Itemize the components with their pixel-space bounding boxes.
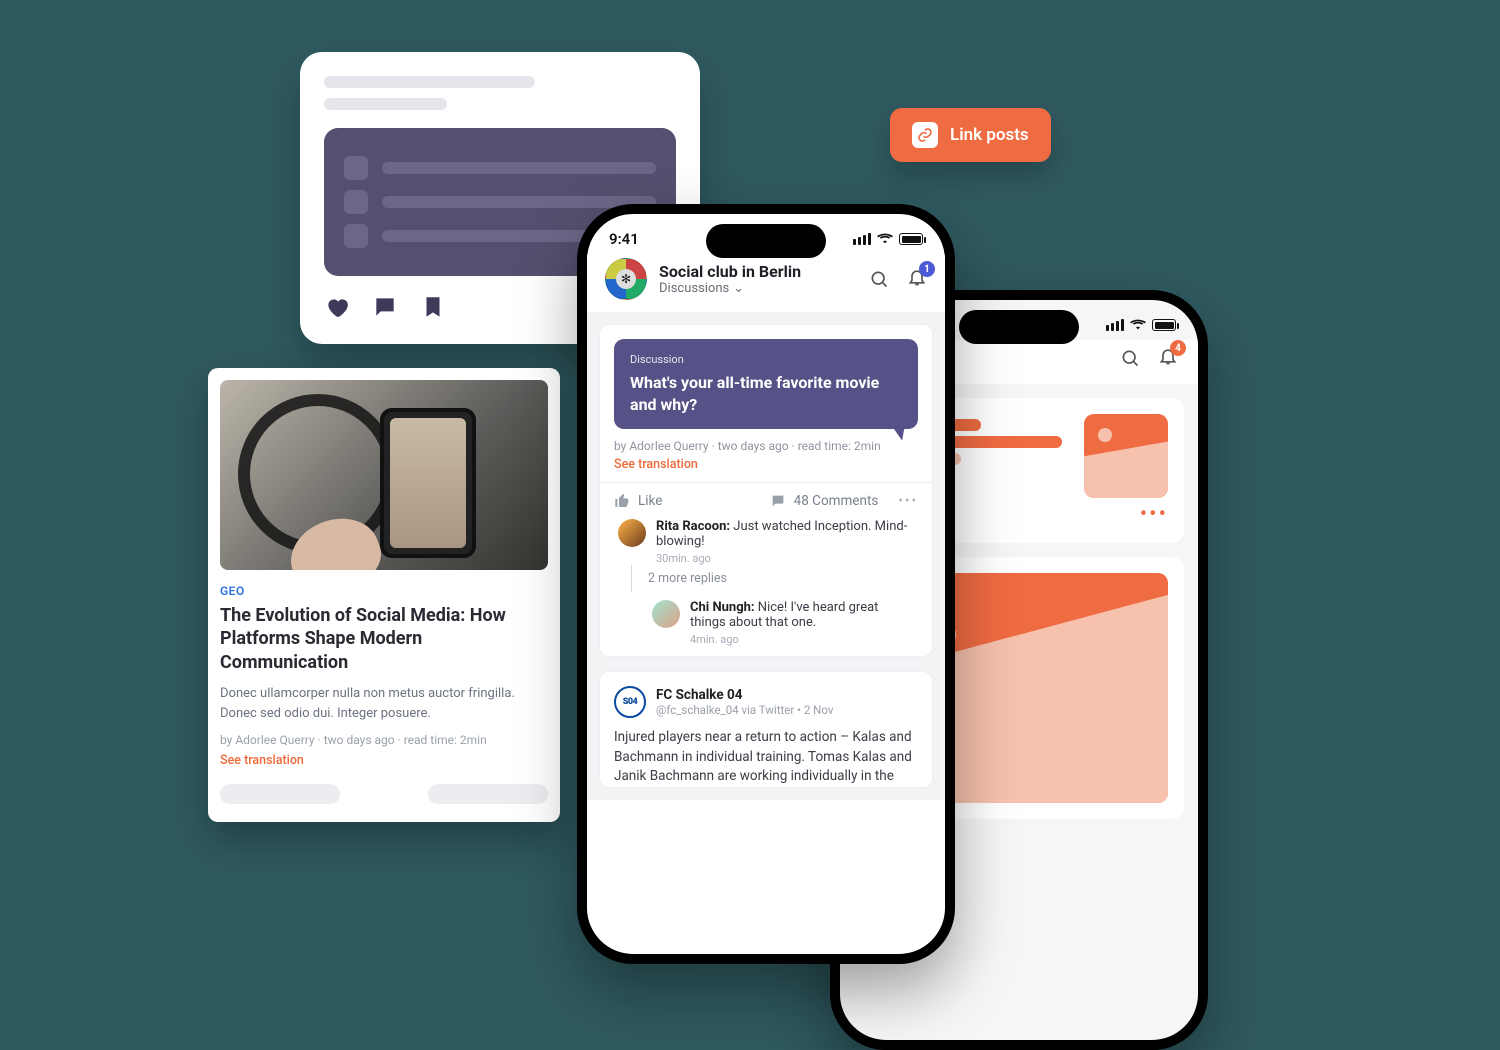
article-image <box>220 380 548 570</box>
see-translation-link[interactable]: See translation <box>220 753 548 768</box>
like-icon <box>614 493 630 509</box>
feed-tab-dropdown[interactable]: Discussions ⌄ <box>659 281 857 296</box>
wifi-icon <box>1130 316 1146 334</box>
signal-icon <box>853 233 871 245</box>
more-icon[interactable]: ••• <box>898 493 918 509</box>
skeleton-pill <box>220 784 340 804</box>
avatar <box>652 600 680 628</box>
status-time: 9:41 <box>609 230 639 248</box>
avatar <box>618 519 646 547</box>
skeleton-line <box>324 76 535 88</box>
like-button[interactable]: Like <box>638 493 662 509</box>
search-icon[interactable] <box>869 269 889 289</box>
comment-author: Chi Nungh: <box>690 600 755 615</box>
club-avatar[interactable] <box>605 258 647 300</box>
link-icon <box>912 122 938 148</box>
comment-icon[interactable] <box>372 294 398 320</box>
article-category: GEO <box>220 584 548 598</box>
see-translation-link[interactable]: See translation <box>614 457 918 472</box>
article-excerpt: Donec ullamcorper nulla non metus auctor… <box>220 684 548 723</box>
link-posts-button[interactable]: Link posts <box>890 108 1051 162</box>
club-title: Social club in Berlin <box>659 262 857 281</box>
discussion-meta: by Adorlee Querry · two days ago · read … <box>614 439 918 453</box>
post-author: FC Schalke 04 <box>656 687 833 703</box>
comments-button[interactable]: 48 Comments <box>794 493 879 509</box>
post-meta: @fc_schalke_04 via Twitter • 2 Nov <box>656 703 833 717</box>
post-body: Injured players near a return to action … <box>614 728 918 787</box>
discussion-card: Discussion What's your all-time favorite… <box>599 324 933 657</box>
notification-badge: 4 <box>1170 340 1186 356</box>
battery-icon <box>899 233 923 245</box>
team-logo: S04 <box>614 686 646 718</box>
comment-item[interactable]: Rita Racoon: Just watched Inception. Min… <box>614 511 918 565</box>
notifications-button[interactable]: 1 <box>907 267 927 291</box>
discussion-bubble[interactable]: Discussion What's your all-time favorite… <box>614 339 918 429</box>
search-icon[interactable] <box>1120 348 1140 368</box>
dynamic-island <box>706 224 826 258</box>
comment-time: 4min. ago <box>690 633 914 646</box>
notifications-button[interactable]: 4 <box>1158 346 1178 370</box>
discussion-question: What's your all-time favorite movie and … <box>630 372 902 415</box>
signal-icon <box>1106 319 1124 331</box>
comment-reply-item[interactable]: Chi Nungh: Nice! I've heard great things… <box>648 592 918 646</box>
comment-time: 30min. ago <box>656 552 914 565</box>
article-title: The Evolution of Social Media: How Platf… <box>220 604 548 674</box>
comment-icon <box>770 493 786 509</box>
comment-author: Rita Racoon: <box>656 519 730 534</box>
notification-badge: 1 <box>919 261 935 277</box>
skeleton-line <box>324 98 447 110</box>
social-post-card[interactable]: S04 FC Schalke 04 @fc_schalke_04 via Twi… <box>599 671 933 788</box>
more-replies-link[interactable]: 2 more replies <box>631 565 918 592</box>
wifi-icon <box>877 230 893 248</box>
article-card[interactable]: GEO The Evolution of Social Media: How P… <box>208 368 560 822</box>
dynamic-island <box>959 310 1079 344</box>
battery-icon <box>1152 319 1176 331</box>
skeleton-pill <box>428 784 548 804</box>
chevron-down-icon: ⌄ <box>733 281 744 296</box>
discussion-tag: Discussion <box>630 353 902 366</box>
phone-mockup-primary: 9:41 Social club in Berlin Discussions ⌄… <box>577 204 955 964</box>
article-meta: by Adorlee Querry · two days ago · read … <box>220 733 548 747</box>
bookmark-icon[interactable] <box>420 294 446 320</box>
heart-icon[interactable] <box>324 294 350 320</box>
link-posts-label: Link posts <box>950 125 1029 145</box>
image-placeholder-icon <box>1084 414 1168 498</box>
